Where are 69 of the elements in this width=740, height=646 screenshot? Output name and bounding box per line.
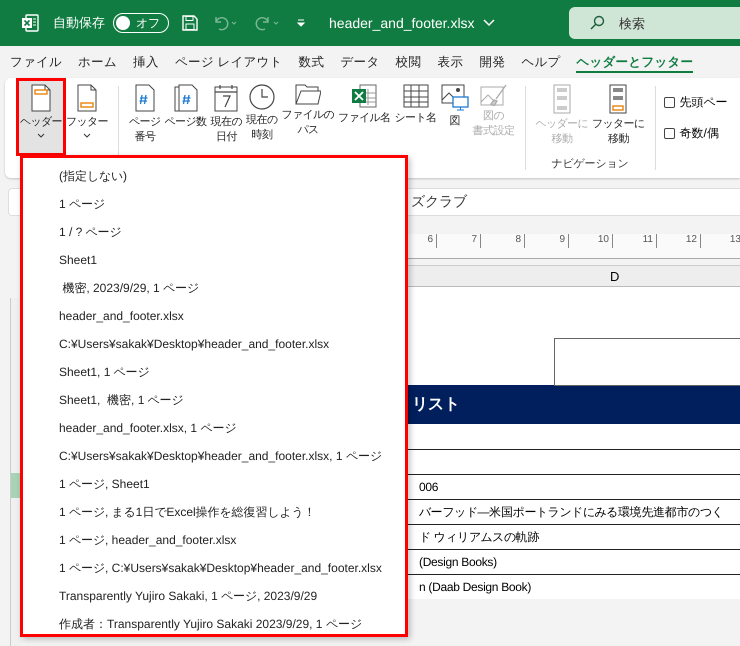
customize-icon[interactable] <box>295 17 307 29</box>
page-bars-icon <box>552 84 571 114</box>
menu-tab[interactable]: データ <box>332 46 388 78</box>
menu-tab[interactable]: 数式 <box>290 46 332 78</box>
page-icon <box>31 84 51 112</box>
pages-hash-icon <box>174 84 198 112</box>
folder-icon <box>294 84 321 105</box>
group-label: ナビゲーション <box>552 157 628 171</box>
menu-item[interactable]: 機密, 2023/9/29, 1 ページ <box>23 274 405 302</box>
page-icon <box>77 84 97 112</box>
ruler-number: 8 <box>481 234 525 248</box>
ruler-number: 10 <box>569 234 613 248</box>
menu-item[interactable]: C:¥Users¥sakak¥Desktop¥header_and_footer.xlsx <box>23 330 405 358</box>
picture-brush-icon <box>480 84 508 106</box>
menu-tab[interactable]: 開発 <box>471 46 514 78</box>
menu-tab[interactable]: ヘッダーとフッター <box>568 46 702 78</box>
chevron-down-icon[interactable] <box>482 19 495 27</box>
option-checkbox[interactable]: 奇数/偶 <box>664 125 728 142</box>
ribbon-button[interactable]: 図 <box>438 80 470 154</box>
autosave-label: 自動保存 <box>53 14 105 32</box>
ruler-number: 7 <box>437 234 481 248</box>
menu-tab[interactable]: ページ レイアウト <box>167 46 290 78</box>
menu-item[interactable]: 作成者：Transparently Yujiro Sakaki 2023/9/29, 1 ページ <box>23 610 405 638</box>
menu-item[interactable]: (指定しない) <box>23 162 405 190</box>
search-field[interactable]: 検索 <box>569 7 740 39</box>
ribbon-button[interactable]: ページ 番号 <box>127 80 162 154</box>
page-bars-icon <box>609 84 628 114</box>
option-checkbox[interactable]: 先頭ペー <box>664 94 728 111</box>
ribbon-button[interactable]: 現在の 時刻 <box>244 80 280 154</box>
menu-item[interactable]: 1 ページ <box>23 190 405 218</box>
menu-tab[interactable]: ヘルプ <box>513 46 568 78</box>
menu-tab[interactable]: ファイル <box>2 46 70 78</box>
menu-tab[interactable]: 挿入 <box>125 46 167 78</box>
menu-tab[interactable]: 校閲 <box>387 46 430 78</box>
menu-item[interactable]: Transparently Yujiro Sakaki, 1 ページ, 2023/9/29 <box>23 582 405 610</box>
spreadsheet-icon <box>351 84 378 108</box>
menu-item[interactable]: 1 ページ, まる1日でExcel操作を総復習しよう！ <box>23 498 405 526</box>
menu-item[interactable]: 1 ページ, header_and_footer.xlsx <box>23 526 405 554</box>
ribbon-button[interactable]: ファイルの パス <box>280 80 336 154</box>
app-logo-icon <box>21 14 39 32</box>
ribbon-button[interactable]: フッターに 移動 <box>590 80 646 154</box>
calendar-icon <box>214 84 238 112</box>
grid-icon <box>402 84 428 108</box>
dropdown-button[interactable]: フッター <box>64 80 110 154</box>
picture-monitor-icon <box>440 84 468 111</box>
search-icon <box>589 15 605 31</box>
menu-item[interactable]: 1 ページ, C:¥Users¥sakak¥Desktop¥header_and_footer.xlsx <box>23 554 405 582</box>
ribbon-button[interactable]: シート名 <box>392 80 438 154</box>
menu-item[interactable]: header_and_footer.xlsx, 1 ページ <box>23 414 405 442</box>
menu-item[interactable]: C:¥Users¥sakak¥Desktop¥header_and_footer.xlsx, 1 ページ <box>23 442 405 470</box>
page-hash-icon <box>134 84 155 112</box>
save-icon[interactable] <box>181 14 199 32</box>
menu-item[interactable]: Sheet1, 1 ページ <box>23 358 405 386</box>
ribbon-button[interactable]: ページ数 <box>162 80 208 154</box>
autosave-toggle[interactable]: オフ <box>113 13 169 33</box>
ruler-number: 11 <box>613 234 657 248</box>
menu-item[interactable]: header_and_footer.xlsx <box>23 302 405 330</box>
file-name-title[interactable]: header_and_footer.xlsx <box>329 15 475 31</box>
clock-icon <box>248 84 275 110</box>
menu-tab[interactable]: 表示 <box>429 46 472 78</box>
dropdown-button[interactable]: ヘッダー <box>18 80 64 154</box>
ribbon-button[interactable]: ファイル名 <box>336 80 392 154</box>
ribbon-button[interactable]: 現在の 日付 <box>208 80 244 154</box>
ruler-number: 12 <box>657 234 701 248</box>
menu-item[interactable]: Sheet1, 機密, 1 ページ <box>23 386 405 414</box>
menu-item[interactable]: 1 ページ, Sheet1 <box>23 470 405 498</box>
ruler-number: 9 <box>525 234 569 248</box>
menu-item[interactable]: Sheet1 <box>23 246 405 274</box>
menu-tab[interactable]: ホーム <box>70 46 125 78</box>
